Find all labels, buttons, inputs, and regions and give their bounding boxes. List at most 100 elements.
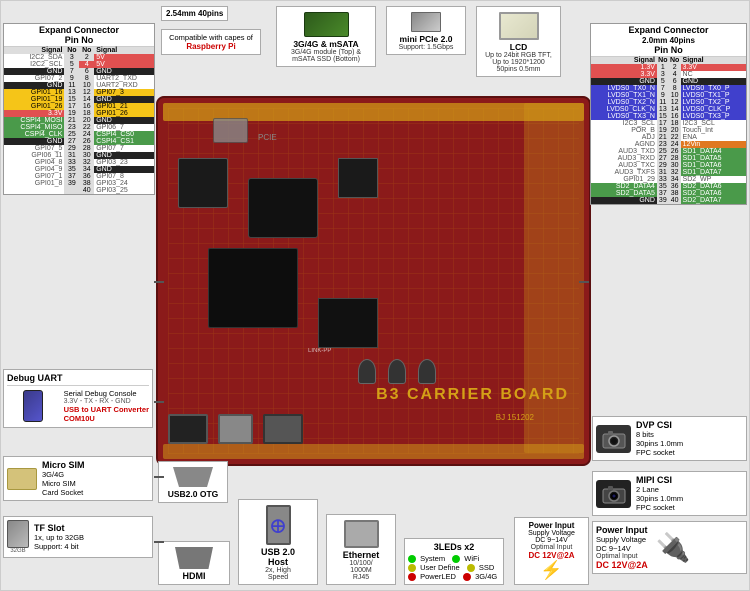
sim-card-icon: [7, 468, 37, 490]
power-input-bottom-desc: Supply Voltage: [518, 530, 585, 537]
led-3g4g-indicator: [463, 573, 471, 581]
micro-sim-box: Micro SIM 3G/4G Micro SIM Card Socket: [3, 456, 153, 501]
led-userdefine-label: User Define: [420, 563, 460, 572]
led-userdefine-indicator: [408, 564, 416, 572]
debug-uart-desc: Serial Debug Console: [64, 389, 149, 398]
arrow-right-1: [579, 281, 589, 283]
ethernet-box: Ethernet 10/100/ 1000M RJ45: [326, 514, 396, 585]
left-connector-panel: Expand Connector Pin No Signal No No Sig…: [3, 23, 155, 195]
ethernet-desc: 10/100/ 1000M RJ45: [330, 560, 392, 581]
usb-otg-title: USB2.0 OTG: [162, 489, 224, 499]
power-plug-icon: 🔌: [656, 531, 691, 564]
leds-box: 3LEDs x2 System WiFi User Define SSD Pow…: [404, 538, 504, 585]
lcd-desc2: Up to 1920*1200: [480, 59, 557, 66]
rpi-note-text: Compatible with capes of: [169, 33, 253, 42]
arrow-left-3: [154, 476, 164, 478]
dvp-csi-desc3: FPC socket: [636, 448, 683, 457]
debug-uart-title: Debug UART: [7, 373, 149, 386]
debug-uart-box: Debug UART Serial Debug Console 3.3V - T…: [3, 369, 153, 428]
power-input-dc12v: DC 12V@2A: [596, 560, 648, 570]
hdmi-box: HDMI: [158, 541, 230, 585]
microsd-icon: [7, 520, 29, 548]
micro-sim-title: Micro SIM: [42, 460, 85, 470]
hdmi-connector-icon: [173, 467, 213, 487]
hdmi-port-icon: [175, 547, 213, 569]
lcd-title: LCD: [480, 42, 557, 52]
power-plug-bottom-icon: ⚡: [518, 560, 585, 581]
tf-slot-desc2: Support: 4 bit: [34, 542, 84, 551]
mipi-csi-box: MIPI CSI 2 Lane 30pins 1.0mm FPC socket: [592, 471, 747, 516]
main-container: PCIE B3 CARRIER BOARD BJ 151202 LINK-PP …: [0, 0, 750, 591]
ethernet-title: Ethernet: [330, 550, 392, 560]
mini-pcie-component: mini PCIe 2.0 Support: 1.5Gbps: [386, 6, 466, 55]
mini-pcie-title: mini PCIe 2.0: [390, 34, 462, 44]
board-label: B3 CARRIER BOARD: [376, 386, 569, 404]
mini-pcie-desc: Support: 1.5Gbps: [390, 44, 462, 51]
power-input-optimal: Optimal Input: [596, 553, 648, 560]
tf-slot-box: 32GB TF Slot 1x, up to 32GB Support: 4 b…: [3, 516, 153, 558]
debug-uart-spec: 3.3V - TX - RX - GND: [64, 398, 149, 405]
ssd-title: 3G/4G & mSATA: [280, 39, 372, 49]
left-connector-title: Expand Connector Pin No: [4, 24, 154, 47]
debug-uart-link2: COM10U: [64, 414, 149, 423]
power-input-bottom-optimal: Optimal Input: [518, 544, 585, 551]
power-input-desc: Supply Voltage: [596, 535, 648, 544]
power-input-box-right: Power Input Supply Voltage DC 9~14V Opti…: [592, 521, 747, 574]
led-system-indicator: [408, 555, 416, 563]
led-power-indicator: [408, 573, 416, 581]
ssd-desc1: 3G/4G module (Top) &: [280, 49, 372, 56]
dvp-camera-icon: [596, 425, 631, 453]
ssd-desc2: mSATA SSD (Bottom): [280, 56, 372, 63]
micro-sim-desc: 3G/4G: [42, 470, 85, 479]
connector-note: 2.54mm 40pins: [161, 6, 228, 21]
ethernet-port-icon: [344, 520, 379, 548]
led-power-label: PowerLED: [420, 572, 456, 581]
mipi-csi-desc: 2 Lane: [636, 485, 683, 494]
hdmi-title: HDMI: [162, 571, 226, 581]
ssd-component: 3G/4G & mSATA 3G/4G module (Top) & mSATA…: [276, 6, 376, 67]
lcd-component: LCD Up to 24bit RGB TFT, Up to 1920*1200…: [476, 6, 561, 77]
led-ssd-label: SSD: [479, 563, 494, 572]
right-connector-panel: Expand Connector 2.0mm 40pins Pin No Sig…: [590, 23, 747, 205]
micro-sim-desc3: Card Socket: [42, 488, 85, 497]
power-input-bottom-spec: DC 9~14V: [518, 537, 585, 544]
dvp-csi-box: DVP CSI 8 bits 30pins 1.0mm FPC socket: [592, 416, 747, 461]
tf-slot-title: TF Slot: [34, 523, 84, 533]
led-system-row: System WiFi: [408, 554, 500, 563]
led-userdefine-row: User Define SSD: [408, 563, 500, 572]
led-powerled-row: PowerLED 3G/4G: [408, 572, 500, 581]
power-input-bottom-dc12v: DC 12V@2A: [518, 551, 585, 560]
ssd-icon: [304, 12, 349, 37]
raspberry-pi-brand: Raspberry Pi: [186, 42, 235, 51]
usb-host-title: USB 2.0 Host: [242, 547, 314, 567]
mipi-csi-title: MIPI CSI: [636, 475, 683, 485]
dvp-csi-title: DVP CSI: [636, 420, 683, 430]
usb-otg-box: USB2.0 OTG: [158, 461, 228, 503]
raspberry-pi-note: Compatible with capes of Raspberry Pi: [161, 29, 261, 55]
lcd-desc3: 50pins 0.5mm: [480, 66, 557, 73]
debug-uart-link: USB to UART Converter: [64, 405, 149, 414]
mipi-csi-desc2: 30pins 1.0mm: [636, 494, 683, 503]
led-system-label: System: [420, 554, 445, 563]
led-wifi-indicator: [452, 555, 460, 563]
arrow-left-2: [154, 401, 164, 403]
tf-slot-desc: 1x, up to 32GB: [34, 533, 84, 542]
usb-host-box: ⨁ USB 2.0 Host 2x, High Speed: [238, 499, 318, 585]
dvp-csi-desc: 8 bits: [636, 430, 683, 439]
board-id: BJ 151202: [496, 413, 534, 422]
arrow-left-1: [154, 281, 164, 283]
right-connector-title: Expand Connector 2.0mm 40pins Pin No: [591, 24, 746, 57]
usb-host-desc: 2x, High Speed: [242, 567, 314, 581]
mipi-camera-icon: [596, 480, 631, 508]
usb-dongle-icon: [23, 390, 43, 422]
leds-title: 3LEDs x2: [408, 542, 500, 552]
board-area: PCIE B3 CARRIER BOARD BJ 151202 LINK-PP: [156, 96, 591, 466]
power-input-bottom: Power Input Supply Voltage DC 9~14V Opti…: [514, 517, 589, 585]
led-ssd-indicator: [467, 564, 475, 572]
mipi-csi-desc3: FPC socket: [636, 503, 683, 512]
led-wifi-label: WiFi: [464, 554, 479, 563]
arrow-left-4: [154, 541, 164, 543]
power-input-bottom-title: Power Input: [518, 521, 585, 530]
led-3g4g-label: 3G/4G: [475, 572, 497, 581]
power-input-spec: DC 9~14V: [596, 544, 648, 553]
